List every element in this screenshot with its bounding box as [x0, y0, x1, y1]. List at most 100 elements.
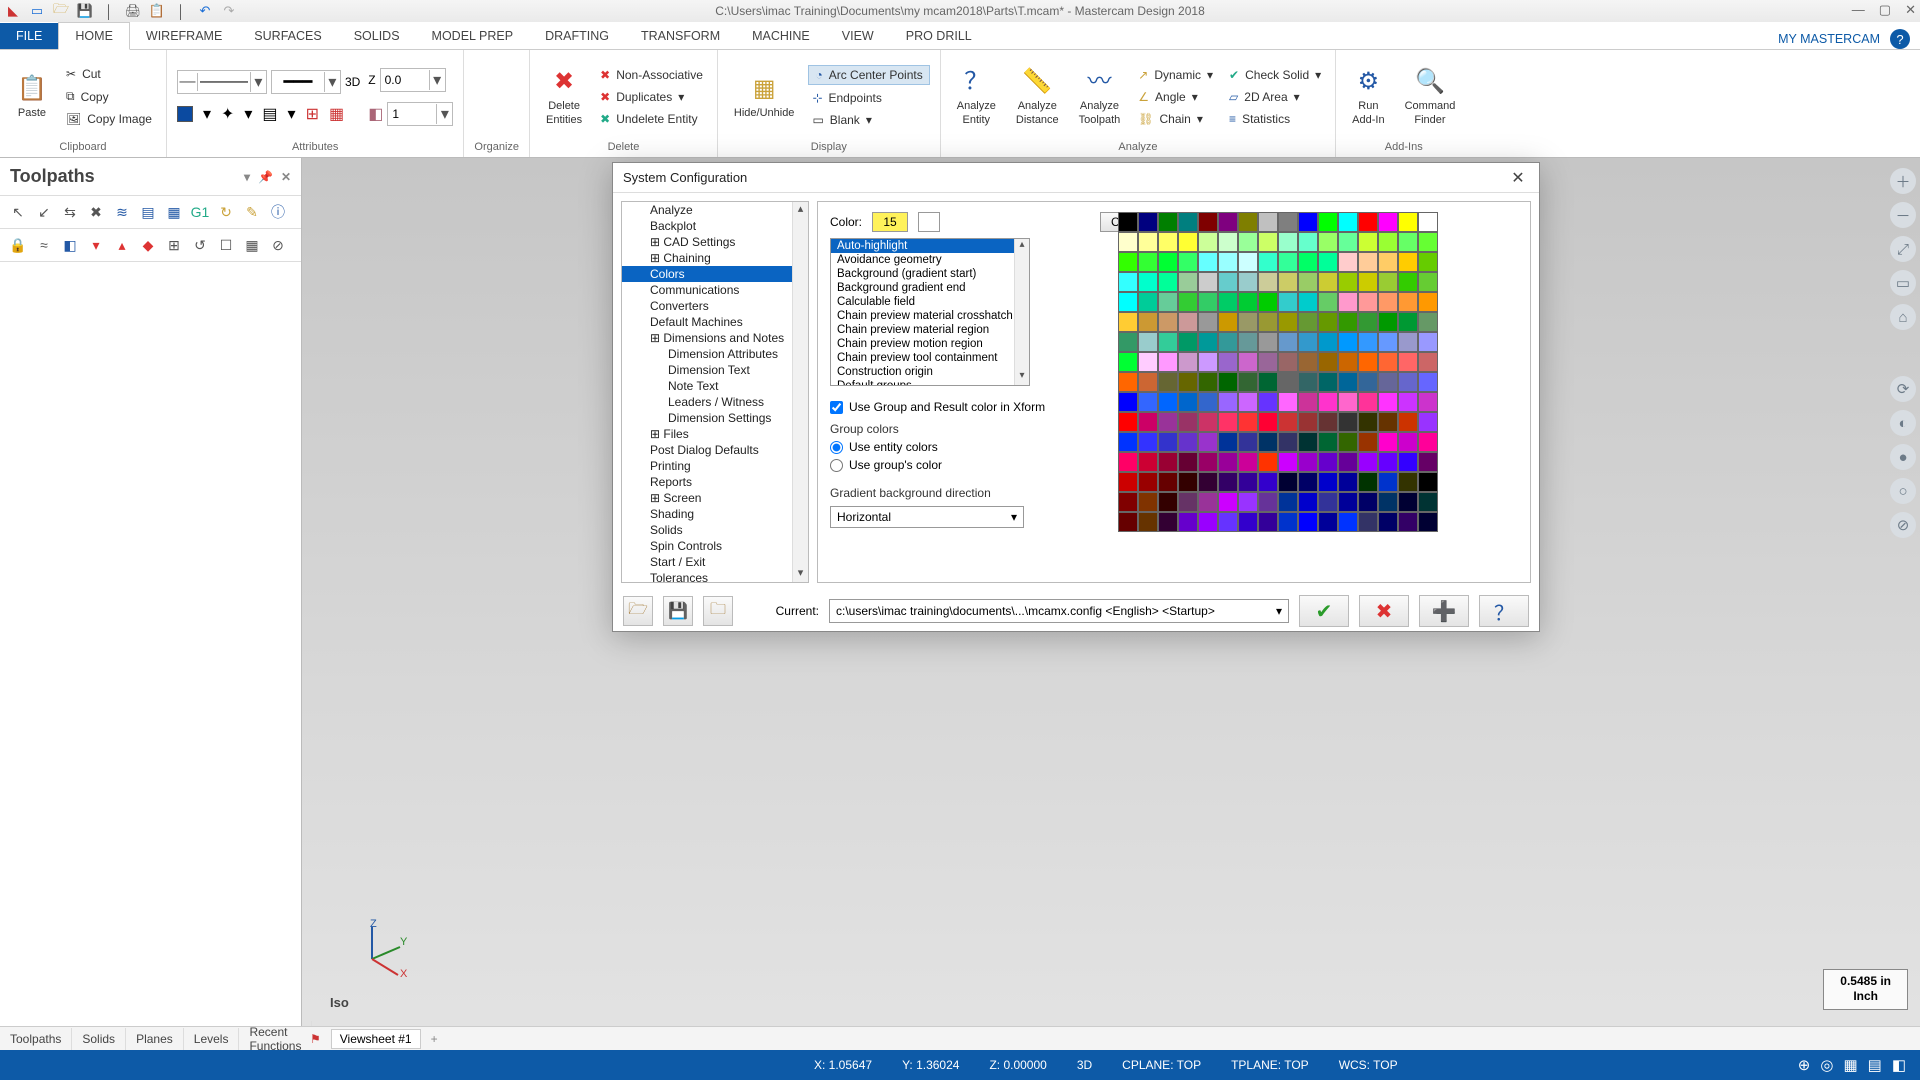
palette-swatch[interactable] [1218, 272, 1238, 292]
color-list-item[interactable]: Calculable field [831, 295, 1029, 309]
palette-swatch[interactable] [1258, 512, 1278, 532]
palette-swatch[interactable] [1258, 272, 1278, 292]
tree-item[interactable]: ⊞ Screen [622, 490, 792, 506]
palette-swatch[interactable] [1318, 312, 1338, 332]
palette-swatch[interactable] [1158, 452, 1178, 472]
rr-fit[interactable]: ▭ [1890, 270, 1916, 296]
z-input[interactable]: ▾ [380, 68, 446, 92]
palette-swatch[interactable] [1358, 392, 1378, 412]
palette-swatch[interactable] [1338, 272, 1358, 292]
palette-swatch[interactable] [1198, 492, 1218, 512]
palette-swatch[interactable] [1158, 432, 1178, 452]
palette-swatch[interactable] [1398, 352, 1418, 372]
tp-tb-2[interactable]: ↙ [34, 202, 54, 222]
palette-swatch[interactable] [1178, 332, 1198, 352]
palette-swatch[interactable] [1338, 512, 1358, 532]
palette-swatch[interactable] [1258, 452, 1278, 472]
save-icon[interactable]: 💾 [76, 2, 94, 20]
palette-swatch[interactable] [1298, 492, 1318, 512]
status-cplane[interactable]: CPLANE: TOP [1122, 1058, 1201, 1072]
palette-swatch[interactable] [1318, 252, 1338, 272]
rr-rotate[interactable]: ⟳ [1890, 376, 1916, 402]
palette-swatch[interactable] [1178, 432, 1198, 452]
palette-swatch[interactable] [1158, 412, 1178, 432]
nonassoc-button[interactable]: ✖Non-Associative [596, 66, 707, 84]
palette-swatch[interactable] [1358, 412, 1378, 432]
palette-swatch[interactable] [1298, 372, 1318, 392]
palette-swatch[interactable] [1158, 232, 1178, 252]
palette-swatch[interactable] [1278, 432, 1298, 452]
saveas-config-icon[interactable]: 🗀 [703, 596, 733, 626]
palette-swatch[interactable] [1218, 472, 1238, 492]
palette-swatch[interactable] [1418, 392, 1438, 412]
palette-swatch[interactable] [1338, 432, 1358, 452]
tree-item[interactable]: Dimension Settings [622, 410, 792, 426]
ok-button[interactable]: ✔ [1299, 595, 1349, 627]
palette-swatch[interactable] [1178, 452, 1198, 472]
palette-swatch[interactable] [1298, 252, 1318, 272]
palette-swatch[interactable] [1218, 412, 1238, 432]
palette-swatch[interactable] [1278, 232, 1298, 252]
palette-swatch[interactable] [1298, 312, 1318, 332]
palette-swatch[interactable] [1178, 272, 1198, 292]
palette-swatch[interactable] [1198, 432, 1218, 452]
palette-swatch[interactable] [1178, 392, 1198, 412]
tree-item[interactable]: ⊞ Chaining [622, 250, 792, 266]
palette-swatch[interactable] [1198, 352, 1218, 372]
palette-swatch[interactable] [1158, 252, 1178, 272]
palette-swatch[interactable] [1158, 492, 1178, 512]
tree-scrollbar[interactable]: ▴ ▾ [792, 202, 808, 582]
config-tree[interactable]: AnalyzeBackplot⊞ CAD Settings⊞ ChainingC… [621, 201, 809, 583]
palette-swatch[interactable] [1278, 332, 1298, 352]
tab-prodrill[interactable]: PRO DRILL [890, 23, 988, 49]
palette-swatch[interactable] [1198, 272, 1218, 292]
palette-swatch[interactable] [1218, 312, 1238, 332]
palette-swatch[interactable] [1338, 392, 1358, 412]
palette-swatch[interactable] [1418, 372, 1438, 392]
tp2-7[interactable]: ⊞ [164, 235, 184, 255]
palette-swatch[interactable] [1398, 492, 1418, 512]
tp2-10[interactable]: ▦ [242, 235, 262, 255]
status-icon-5[interactable]: ◧ [1892, 1056, 1906, 1074]
status-icon-1[interactable]: ⊕ [1798, 1056, 1811, 1074]
close-icon[interactable]: ✕ [1905, 2, 1916, 18]
palette-swatch[interactable] [1138, 252, 1158, 272]
palette-swatch[interactable] [1238, 232, 1258, 252]
palette-swatch[interactable] [1378, 412, 1398, 432]
list-scrollbar[interactable]: ▴ ▾ [1014, 239, 1029, 385]
tree-item[interactable]: Dimension Text [622, 362, 792, 378]
palette-swatch[interactable] [1378, 272, 1398, 292]
palette-swatch[interactable] [1418, 212, 1438, 232]
delete-entities-button[interactable]: ✖ Delete Entities [540, 62, 588, 130]
tp-tb-7[interactable]: ▦ [164, 202, 184, 222]
tp2-3[interactable]: ◧ [60, 235, 80, 255]
palette-swatch[interactable] [1238, 312, 1258, 332]
palette-swatch[interactable] [1378, 472, 1398, 492]
palette-swatch[interactable] [1258, 372, 1278, 392]
tree-item[interactable]: Spin Controls [622, 538, 792, 554]
palette-swatch[interactable] [1418, 512, 1438, 532]
palette-swatch[interactable] [1418, 332, 1438, 352]
palette-swatch[interactable] [1318, 332, 1338, 352]
rr-home[interactable]: ⌂ [1890, 304, 1916, 330]
color-list-item[interactable]: Chain preview tool containment [831, 351, 1029, 365]
open-config-icon[interactable]: 🗁 [623, 596, 653, 626]
color-list-item[interactable]: Chain preview motion region [831, 337, 1029, 351]
color-number-input[interactable] [872, 212, 908, 232]
palette-swatch[interactable] [1358, 432, 1378, 452]
palette-swatch[interactable] [1238, 272, 1258, 292]
palette-swatch[interactable] [1198, 292, 1218, 312]
palette-swatch[interactable] [1298, 332, 1318, 352]
arccenter-button[interactable]: ◔Arc Center Points [808, 65, 929, 85]
palette-swatch[interactable] [1358, 512, 1378, 532]
tab-solids[interactable]: SOLIDS [338, 23, 416, 49]
palette-swatch[interactable] [1358, 252, 1378, 272]
palette-swatch[interactable] [1298, 232, 1318, 252]
rr-zoom-in[interactable]: ＋ [1890, 168, 1916, 194]
color-list-item[interactable]: Avoidance geometry [831, 253, 1029, 267]
palette-swatch[interactable] [1138, 432, 1158, 452]
tp-tb-6[interactable]: ▤ [138, 202, 158, 222]
palette-swatch[interactable] [1218, 392, 1238, 412]
palette-swatch[interactable] [1118, 212, 1138, 232]
analyze-toolpath-button[interactable]: 〰Analyze Toolpath [1073, 62, 1127, 130]
